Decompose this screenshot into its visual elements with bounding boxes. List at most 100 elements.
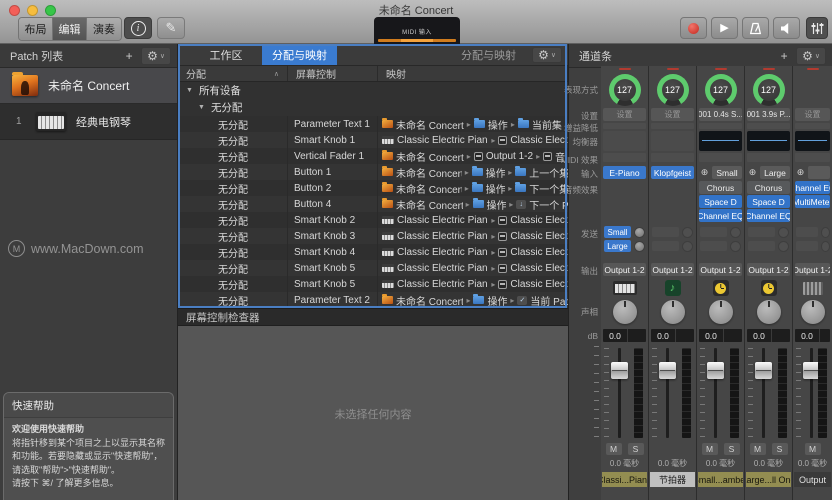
send-button[interactable]: Large: [604, 240, 631, 252]
metronome-button[interactable]: [742, 17, 769, 39]
group-row[interactable]: ▼所有设备: [178, 82, 568, 99]
volume-db-field[interactable]: 0.0: [651, 329, 694, 342]
patch-row[interactable]: 1经典电钢琴: [0, 104, 177, 140]
column-header[interactable]: 屏幕控制: [288, 66, 378, 81]
midi-effect-slot[interactable]: [699, 153, 742, 162]
tab[interactable]: 分配与映射: [262, 44, 337, 65]
audio-effect-button[interactable]: MultiMeter: [795, 195, 830, 208]
expression-knob[interactable]: 127: [657, 74, 689, 106]
pan-knob[interactable]: [709, 300, 733, 324]
midi-effect-slot[interactable]: [603, 153, 646, 162]
column-header[interactable]: 映射: [378, 66, 568, 81]
strip-name[interactable]: 节拍器: [650, 472, 695, 487]
add-channel-strip-button[interactable]: +: [772, 47, 796, 65]
mode-button[interactable]: 编辑: [53, 18, 87, 40]
fader-cap[interactable]: [659, 362, 676, 379]
audio-effect-button[interactable]: Channel EQ: [747, 209, 790, 222]
add-patch-button[interactable]: +: [117, 47, 141, 65]
input-button[interactable]: Large: [760, 166, 790, 179]
assignment-row[interactable]: 无分配Smart Knob 5Classic Electric Piano▸Cl…: [178, 276, 568, 292]
eq-display[interactable]: [747, 131, 790, 151]
mute-button[interactable]: M: [805, 443, 821, 455]
assignment-row[interactable]: 无分配Smart Knob 1Classic Electric Piano▸Cl…: [178, 132, 568, 148]
volume-db-field[interactable]: 0.0: [603, 329, 646, 342]
mute-button[interactable]: M: [702, 443, 718, 455]
pan-knob[interactable]: [613, 300, 637, 324]
assignment-row[interactable]: 无分配Parameter Text 2未命名 Concert▸操作▸✓当前 Pa…: [178, 292, 568, 308]
inspector-toggle-button[interactable]: i: [124, 17, 152, 39]
concert-row[interactable]: 未命名 Concert: [0, 68, 177, 104]
volume-fader[interactable]: [697, 346, 744, 440]
pan-knob[interactable]: [801, 300, 825, 324]
audio-effect-button[interactable]: Chorus: [699, 181, 742, 194]
assignments-action-menu[interactable]: ⚙ ∨: [532, 47, 562, 63]
volume-db-field[interactable]: 0.0: [747, 329, 790, 342]
play-button[interactable]: ▶: [711, 17, 738, 39]
input-button[interactable]: E-Piano: [603, 166, 646, 179]
disclosure-triangle-icon[interactable]: ▼: [198, 104, 205, 111]
disclosure-triangle-icon[interactable]: ▼: [186, 87, 193, 94]
setting-button[interactable]: 设置: [603, 108, 646, 121]
volume-fader[interactable]: [793, 346, 832, 440]
column-header[interactable]: 分配∧: [178, 66, 288, 81]
assignment-row[interactable]: 无分配Smart Knob 4Classic Electric Piano▸Cl…: [178, 244, 568, 260]
mute-button[interactable]: M: [606, 443, 622, 455]
assignment-row[interactable]: 无分配Button 2未命名 Concert▸操作▸下一个集: [178, 180, 568, 196]
fader-cap[interactable]: [755, 362, 772, 379]
audio-effect-button[interactable]: Channel EQ: [699, 209, 742, 222]
fader-cap[interactable]: [707, 362, 724, 379]
send-knob[interactable]: [634, 227, 645, 238]
assignment-row[interactable]: 无分配Parameter Text 1未命名 Concert▸操作▸当前集: [178, 116, 568, 132]
setting-button[interactable]: 设置: [651, 108, 694, 121]
channel-strips-toggle-button[interactable]: [806, 17, 828, 39]
volume-fader[interactable]: [601, 346, 648, 440]
group-row[interactable]: ▼无分配: [178, 99, 568, 116]
mode-button[interactable]: 演奏: [87, 18, 121, 40]
mode-button[interactable]: 布局: [19, 18, 53, 40]
input-button[interactable]: [808, 166, 830, 179]
assignment-row[interactable]: 无分配Smart Knob 2Classic Electric Piano▸Cl…: [178, 212, 568, 228]
volume-db-field[interactable]: 0.0: [795, 329, 830, 342]
audio-effect-button[interactable]: Space D: [747, 195, 790, 208]
output-button[interactable]: Output 1-2: [747, 263, 790, 276]
strip-name[interactable]: Large...ll One: [746, 472, 791, 487]
record-button[interactable]: [680, 17, 707, 39]
setting-button[interactable]: 设置: [795, 108, 830, 121]
volume-button[interactable]: [773, 17, 800, 39]
fader-cap[interactable]: [611, 362, 628, 379]
mute-button[interactable]: M: [750, 443, 766, 455]
setting-button[interactable]: 001 0.4s S...: [699, 108, 742, 121]
pan-knob[interactable]: [661, 300, 685, 324]
midi-effect-slot[interactable]: [651, 153, 694, 162]
stereo-format-icon[interactable]: ⊕: [747, 166, 758, 179]
strip-name[interactable]: Small...amber: [698, 472, 743, 487]
output-button[interactable]: Output 1-2: [651, 263, 694, 276]
tab[interactable]: 工作区: [190, 44, 262, 65]
assignment-row[interactable]: 无分配Vertical Fader 1未命名 Concert▸Output 1-…: [178, 148, 568, 164]
audio-effect-button[interactable]: Channel EQ: [795, 181, 830, 194]
audio-effect-button[interactable]: Chorus: [747, 181, 790, 194]
assignment-row[interactable]: 无分配Button 4未命名 Concert▸操作▸↓下一个 P: [178, 196, 568, 212]
input-button[interactable]: Small: [712, 166, 742, 179]
stereo-format-icon[interactable]: ⊕: [699, 166, 710, 179]
expression-knob[interactable]: 127: [705, 74, 737, 106]
assignment-row[interactable]: 无分配Button 1未命名 Concert▸操作▸上一个集: [178, 164, 568, 180]
assignment-row[interactable]: 无分配Smart Knob 3Classic Electric Piano▸Cl…: [178, 228, 568, 244]
setting-button[interactable]: 001 3.9s P...: [747, 108, 790, 121]
output-button[interactable]: Output 1-2: [699, 263, 742, 276]
volume-fader[interactable]: [649, 346, 696, 440]
strip-name[interactable]: Output: [794, 472, 831, 487]
expression-knob[interactable]: 127: [753, 74, 785, 106]
midi-effect-slot[interactable]: [795, 153, 830, 162]
send-button[interactable]: Small: [604, 226, 631, 238]
input-button[interactable]: Klopfgeist: [651, 166, 694, 179]
volume-fader[interactable]: [745, 346, 792, 440]
edit-mode-button[interactable]: ✎: [157, 17, 185, 39]
expression-knob[interactable]: 127: [609, 74, 641, 106]
assignment-row[interactable]: 无分配Smart Knob 5Classic Electric Piano▸Cl…: [178, 260, 568, 276]
midi-effect-slot[interactable]: [747, 153, 790, 162]
output-button[interactable]: Output 1-2: [603, 263, 646, 276]
solo-button[interactable]: S: [724, 443, 740, 455]
eq-display[interactable]: [795, 131, 830, 151]
output-button[interactable]: Output 1-2: [795, 263, 830, 276]
